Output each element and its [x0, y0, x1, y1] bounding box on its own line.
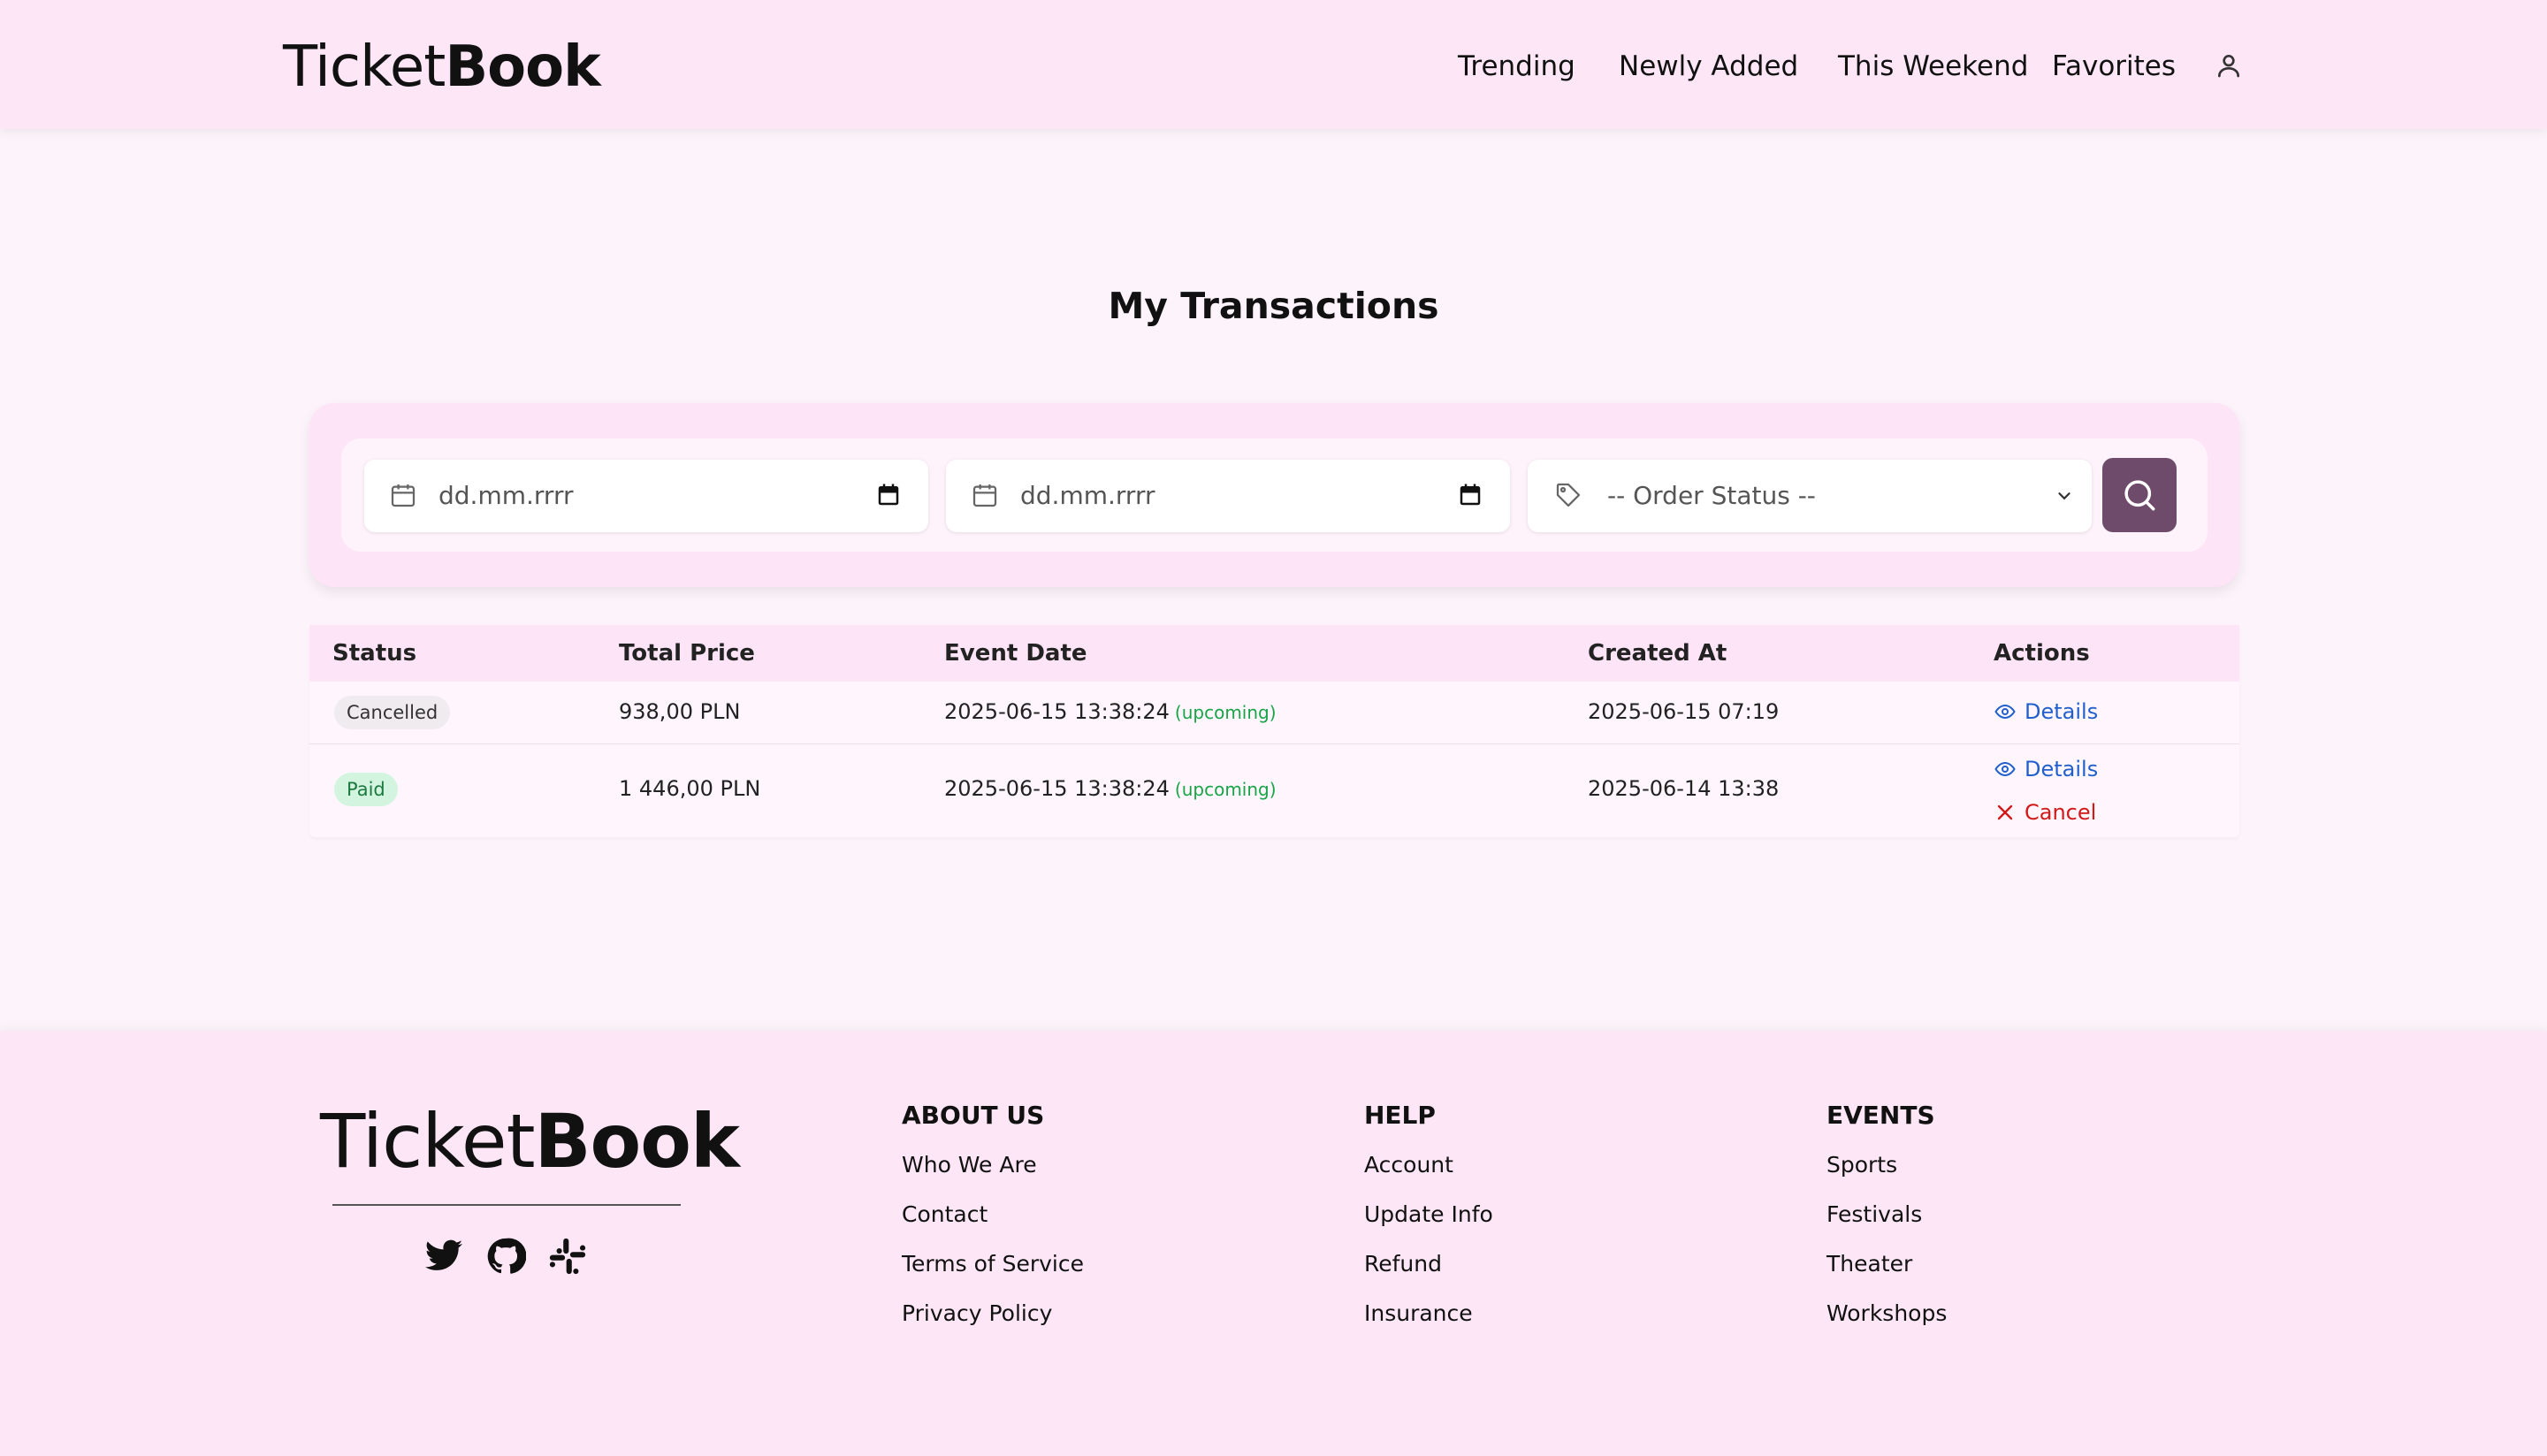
search-icon: [2124, 480, 2155, 511]
table-header: Status Total Price Event Date Created At…: [309, 625, 2239, 682]
page-title: My Transactions: [1108, 285, 1439, 327]
order-status-select[interactable]: -- Order Status --: [1528, 460, 2092, 532]
top-navbar: TicketBook Trending Newly Added This Wee…: [0, 0, 2547, 129]
footer-logo-bold: Book: [534, 1098, 740, 1185]
github-icon[interactable]: [485, 1236, 526, 1277]
table-row: Paid 1 446,00 PLN 2025-06-15 13:38:24 (up…: [309, 744, 2239, 837]
close-icon: [1997, 804, 2013, 820]
footer-divider: [332, 1204, 681, 1206]
filter-bar: dd.mm.rrrr dd.mm.rrrr -- Order Status --: [341, 438, 2208, 552]
footer-link[interactable]: Privacy Policy: [902, 1289, 1084, 1338]
search-button[interactable]: [2102, 458, 2177, 532]
total-price: 938,00 PLN: [619, 699, 741, 724]
nav-trending[interactable]: Trending: [1458, 46, 1575, 87]
event-date: 2025-06-15 13:38:24 (upcoming): [944, 776, 1277, 801]
footer-logo[interactable]: TicketBook: [320, 1093, 740, 1190]
table-row: Cancelled 938,00 PLN 2025-06-15 13:38:24…: [309, 682, 2239, 744]
footer-link[interactable]: Refund: [1364, 1239, 1493, 1289]
date-to-input[interactable]: dd.mm.rrrr: [946, 460, 1510, 532]
nav-favorites[interactable]: Favorites: [2052, 46, 2176, 87]
filter-panel: dd.mm.rrrr dd.mm.rrrr -- Order Status --: [309, 403, 2239, 587]
col-total-price: Total Price: [619, 640, 755, 667]
footer-link[interactable]: Contact: [902, 1190, 1084, 1239]
date-from-input[interactable]: dd.mm.rrrr: [364, 460, 928, 532]
footer-link[interactable]: Insurance: [1364, 1289, 1493, 1338]
footer-link[interactable]: Sports: [1826, 1140, 1947, 1190]
footer-link[interactable]: Who We Are: [902, 1140, 1084, 1190]
transactions-table: Status Total Price Event Date Created At…: [309, 625, 2239, 837]
date-from-placeholder: dd.mm.rrrr: [438, 481, 574, 510]
nav-newly-added[interactable]: Newly Added: [1619, 46, 1798, 87]
total-price: 1 446,00 PLN: [619, 776, 761, 801]
slack-icon[interactable]: [547, 1236, 588, 1277]
eye-icon: [1994, 704, 2016, 720]
chevron-down-icon: [2058, 492, 2070, 500]
order-status-value: -- Order Status --: [1607, 481, 1816, 510]
col-event-date: Event Date: [944, 640, 1087, 667]
eye-icon: [1994, 761, 2016, 777]
date-picker-icon[interactable]: [875, 482, 902, 508]
event-date-value: 2025-06-15 13:38:24: [944, 699, 1170, 724]
calendar-icon: [972, 484, 997, 507]
status-badge: Paid: [334, 773, 398, 806]
col-created-at: Created At: [1588, 640, 1727, 667]
footer-column-help: HELP Account Update Info Refund Insuranc…: [1364, 1098, 1493, 1338]
user-icon[interactable]: [2215, 51, 2243, 80]
date-to-placeholder: dd.mm.rrrr: [1020, 481, 1155, 510]
footer-link[interactable]: Festivals: [1826, 1190, 1947, 1239]
upcoming-tag: (upcoming): [1174, 702, 1277, 723]
footer-column-events: EVENTS Sports Festivals Theater Workshop…: [1826, 1098, 1947, 1338]
cancel-link[interactable]: Cancel: [1994, 800, 2096, 825]
event-date-value: 2025-06-15 13:38:24: [944, 776, 1170, 801]
nav-this-weekend[interactable]: This Weekend: [1838, 46, 2028, 87]
status-badge: Cancelled: [334, 696, 451, 729]
footer-column-about: ABOUT US Who We Are Contact Terms of Ser…: [902, 1098, 1084, 1338]
footer-heading: EVENTS: [1826, 1101, 1935, 1130]
cancel-label: Cancel: [2025, 800, 2097, 825]
event-date: 2025-06-15 13:38:24 (upcoming): [944, 699, 1277, 724]
footer-heading: HELP: [1364, 1101, 1436, 1130]
details-link[interactable]: Details: [1994, 757, 2098, 781]
twitter-icon[interactable]: [423, 1236, 464, 1277]
details-label: Details: [2025, 699, 2099, 724]
footer-link[interactable]: Theater: [1826, 1239, 1947, 1289]
created-at: 2025-06-15 07:19: [1588, 699, 1780, 724]
details-label: Details: [2025, 757, 2099, 781]
footer-link[interactable]: Account: [1364, 1140, 1493, 1190]
footer-link[interactable]: Terms of Service: [902, 1239, 1084, 1289]
created-at: 2025-06-14 13:38: [1588, 776, 1780, 801]
col-status: Status: [332, 640, 417, 667]
main-nav: Trending Newly Added This Weekend Favori…: [0, 46, 2547, 87]
calendar-icon: [391, 484, 416, 507]
tag-icon: [1556, 483, 1581, 507]
site-footer: TicketBook ABOUT US Who We Are Contact T…: [0, 1031, 2547, 1456]
col-actions: Actions: [1994, 640, 2090, 667]
details-link[interactable]: Details: [1994, 699, 2098, 724]
footer-heading: ABOUT US: [902, 1101, 1045, 1130]
footer-link[interactable]: Workshops: [1826, 1289, 1947, 1338]
date-picker-icon[interactable]: [1457, 482, 1483, 508]
footer-link[interactable]: Update Info: [1364, 1190, 1493, 1239]
footer-logo-light: Ticket: [320, 1098, 536, 1185]
upcoming-tag: (upcoming): [1174, 779, 1277, 800]
